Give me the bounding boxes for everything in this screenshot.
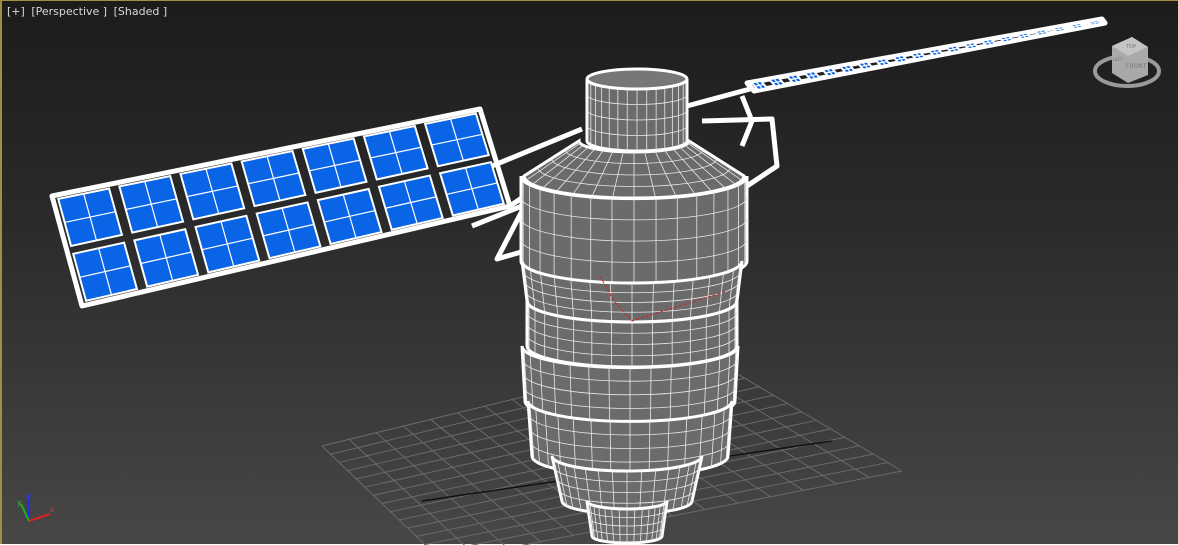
viewport-point-of-view-menu[interactable]: [Perspective ] [31,5,107,18]
z-axis-label: z [27,491,31,500]
scene-canvas[interactable]: TOP FRONT LEFT z x y [2,1,1178,545]
y-axis-label: y [17,498,22,507]
solar-panel-right[interactable] [744,16,1108,94]
axis-tripod: z x y [17,491,55,522]
grid-line [321,445,427,545]
top-cap [585,67,689,91]
viewcube[interactable]: TOP FRONT LEFT [1093,37,1161,88]
solar-panel-left[interactable] [49,106,513,309]
viewport-label-menu[interactable]: [+] [Perspective ] [Shaded ] [7,5,170,18]
x-axis-line [28,513,51,522]
viewcube-front-label[interactable]: FRONT [1126,63,1147,70]
x-axis-label: x [50,505,55,514]
perspective-viewport[interactable]: TOP FRONT LEFT z x y [+] [Perspective ] … [0,0,1178,545]
grid-line [375,432,505,545]
viewport-general-menu[interactable]: [+] [7,5,25,18]
viewcube-top-label[interactable]: TOP [1125,44,1136,50]
viewport-shading-menu[interactable]: [Shaded ] [114,5,168,18]
y-axis-line [20,503,30,522]
viewcube-left-label[interactable]: LEFT [1113,57,1123,62]
